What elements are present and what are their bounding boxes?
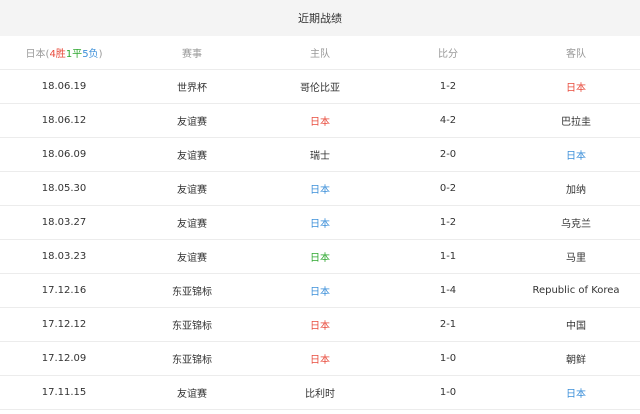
header-score: 比分 [438,49,458,60]
match-score: 1-2 [439,81,457,92]
home-team[interactable]: 日本 [256,351,384,366]
match-competition: 世界杯 [177,83,207,94]
panel-title-bar: 近期战绩 [0,0,640,36]
match-score: 1-0 [439,353,457,364]
match-date: 17.12.16 [41,285,87,296]
match-competition: 友谊赛 [177,117,207,128]
table-row[interactable]: 17.12.16 东亚锦标 日本 1-4 Republic of Korea [0,274,640,308]
home-team[interactable]: 瑞士 [256,147,384,162]
match-score: 1-2 [439,217,457,228]
home-team[interactable]: 日本 [256,181,384,196]
match-date: 18.05.30 [41,183,87,194]
table-row[interactable]: 18.06.12 友谊赛 日本 4-2 巴拉圭 [0,104,640,138]
home-team[interactable]: 日本 [256,215,384,230]
header-competition: 赛事 [182,49,202,60]
home-team[interactable]: 比利时 [256,385,384,400]
match-date: 18.06.19 [41,81,87,92]
away-team[interactable]: Republic of Korea [512,285,640,296]
header-away-team: 客队 [566,49,586,60]
match-date: 18.03.23 [41,251,87,262]
match-score: 1-0 [439,387,457,398]
match-competition: 友谊赛 [177,219,207,230]
match-competition: 友谊赛 [177,151,207,162]
match-score: 4-2 [439,115,457,126]
paren-close: ) [98,49,103,60]
match-score: 0-2 [439,183,457,194]
table-row[interactable]: 18.05.30 友谊赛 日本 0-2 加纳 [0,172,640,206]
home-team[interactable]: 日本 [256,113,384,128]
match-competition: 友谊赛 [177,253,207,264]
table-row[interactable]: 17.12.09 东亚锦标 日本 1-0 朝鲜 [0,342,640,376]
away-team[interactable]: 朝鲜 [512,351,640,366]
record-summary: 日本(4胜1平5负) [0,45,128,60]
away-team[interactable]: 日本 [512,79,640,94]
losses-count: 5负 [82,49,99,60]
match-competition: 东亚锦标 [172,287,212,298]
table-row[interactable]: 18.06.19 世界杯 哥伦比亚 1-2 日本 [0,70,640,104]
match-date: 18.06.12 [41,115,87,126]
home-team[interactable]: 日本 [256,317,384,332]
table-row[interactable]: 17.12.12 东亚锦标 日本 2-1 中国 [0,308,640,342]
table-row[interactable]: 18.06.09 友谊赛 瑞士 2-0 日本 [0,138,640,172]
away-team[interactable]: 日本 [512,147,640,162]
table-row[interactable]: 18.03.23 友谊赛 日本 1-1 马里 [0,240,640,274]
match-date: 18.06.09 [41,149,87,160]
table-row[interactable]: 18.03.27 友谊赛 日本 1-2 乌克兰 [0,206,640,240]
away-team[interactable]: 巴拉圭 [512,113,640,128]
away-team[interactable]: 日本 [512,385,640,400]
match-score: 2-1 [439,319,457,330]
match-date: 18.03.27 [41,217,87,228]
match-score: 2-0 [439,149,457,160]
panel-title: 近期战绩 [298,12,342,25]
match-date: 17.12.09 [41,353,87,364]
draws-count: 1平 [65,49,83,60]
table-row[interactable]: 17.11.15 友谊赛 比利时 1-0 日本 [0,376,640,410]
match-score: 1-1 [439,251,457,262]
home-team[interactable]: 日本 [256,249,384,264]
match-date: 17.11.15 [41,387,87,398]
match-competition: 友谊赛 [177,185,207,196]
table-header: 日本(4胜1平5负) 赛事 主队 比分 客队 [0,36,640,70]
match-competition: 友谊赛 [177,389,207,400]
header-home-team: 主队 [310,49,330,60]
away-team[interactable]: 加纳 [512,181,640,196]
team-name: 日本 [25,49,46,60]
results-table-body: 18.06.19 世界杯 哥伦比亚 1-2 日本 18.06.12 友谊赛 日本 4-2 巴拉圭 1… [0,70,640,410]
match-score: 1-4 [439,285,457,296]
match-competition: 东亚锦标 [172,355,212,366]
wins-count: 4胜 [49,49,66,60]
home-team[interactable]: 日本 [256,283,384,298]
away-team[interactable]: 马里 [512,249,640,264]
recent-results-panel: 近期战绩 日本(4胜1平5负) 赛事 主队 比分 客队 18.06.19 世界杯 哥… [0,0,640,414]
match-competition: 东亚锦标 [172,321,212,332]
away-team[interactable]: 乌克兰 [512,215,640,230]
away-team[interactable]: 中国 [512,317,640,332]
match-date: 17.12.12 [41,319,87,330]
home-team[interactable]: 哥伦比亚 [256,79,384,94]
